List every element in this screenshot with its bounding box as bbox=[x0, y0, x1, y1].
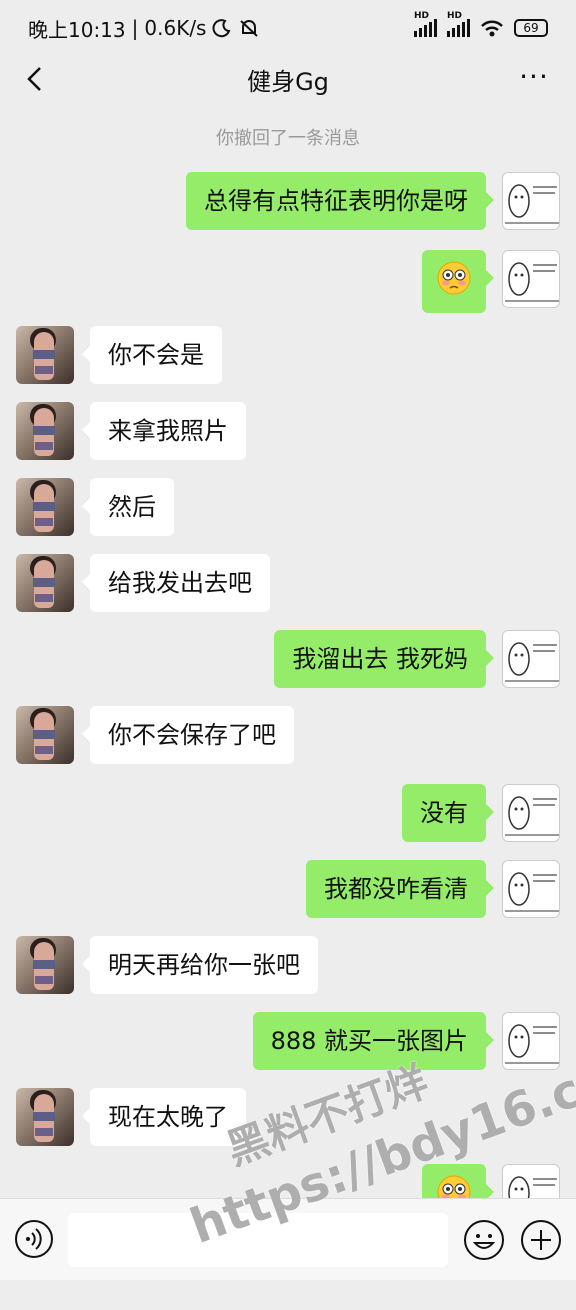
incoming-bubble[interactable]: 给我发出去吧 bbox=[82, 554, 270, 612]
my-avatar[interactable] bbox=[502, 1164, 560, 1198]
battery-level: 69 bbox=[523, 21, 539, 35]
message-row: 给我发出去吧 bbox=[0, 554, 576, 614]
message-input[interactable] bbox=[68, 1213, 448, 1267]
status-right: HD HD 69 bbox=[414, 11, 548, 38]
flushed-face-icon bbox=[437, 1175, 471, 1198]
outgoing-bubble[interactable]: 没有 bbox=[402, 784, 494, 842]
message-row bbox=[0, 250, 576, 313]
emoji-icon[interactable] bbox=[463, 1219, 505, 1261]
contact-avatar[interactable] bbox=[16, 478, 74, 536]
meme-avatar-icon bbox=[505, 796, 559, 836]
more-icon[interactable]: ··· bbox=[514, 62, 554, 96]
outgoing-emoji-bubble[interactable] bbox=[422, 250, 494, 313]
chat-header: 健身Gg ··· bbox=[0, 56, 576, 102]
status-left: 晚上10:13 | 0.6K/s bbox=[28, 14, 260, 43]
message-row: 现在太晚了 bbox=[0, 1088, 576, 1148]
recall-notice: 你撤回了一条消息 bbox=[216, 128, 360, 149]
contact-avatar[interactable] bbox=[16, 1088, 74, 1146]
my-avatar[interactable] bbox=[502, 630, 560, 688]
message-row: 888 就买一张图片 bbox=[0, 1012, 576, 1072]
meme-avatar-icon bbox=[505, 184, 559, 224]
message-row: 没有 bbox=[0, 784, 576, 844]
outgoing-emoji-bubble[interactable] bbox=[422, 1164, 494, 1198]
status-divider: | bbox=[131, 16, 139, 40]
meme-avatar-icon bbox=[508, 1176, 557, 1198]
contact-avatar[interactable] bbox=[16, 554, 74, 612]
outgoing-bubble[interactable]: 总得有点特征表明你是呀 bbox=[186, 172, 494, 230]
signal-icon-2: HD bbox=[447, 11, 470, 37]
incoming-bubble[interactable]: 你不会是 bbox=[82, 326, 222, 384]
incoming-bubble[interactable]: 然后 bbox=[82, 478, 174, 536]
message-row: 来拿我照片 bbox=[0, 402, 576, 462]
signal-icon: HD bbox=[414, 11, 437, 37]
my-avatar[interactable] bbox=[502, 784, 560, 842]
outgoing-bubble[interactable]: 我都没咋看清 bbox=[306, 860, 494, 918]
message-row: 你不会保存了吧 bbox=[0, 706, 576, 766]
signal-hd-label: HD bbox=[414, 11, 430, 21]
chat-title: 健身Gg bbox=[247, 67, 329, 96]
message-row: 你不会是 bbox=[0, 326, 576, 386]
wifi-icon bbox=[481, 20, 503, 37]
input-bar bbox=[0, 1198, 576, 1280]
message-row: 我溜出去 我死妈 bbox=[0, 630, 576, 690]
contact-avatar[interactable] bbox=[16, 326, 74, 384]
contact-avatar[interactable] bbox=[16, 936, 74, 994]
back-icon[interactable] bbox=[20, 62, 50, 96]
message-row: 然后 bbox=[0, 478, 576, 538]
incoming-bubble[interactable]: 你不会保存了吧 bbox=[82, 706, 294, 764]
battery-icon: 69 bbox=[514, 19, 548, 37]
voice-icon[interactable] bbox=[14, 1219, 54, 1259]
flushed-face-icon bbox=[437, 261, 471, 295]
moon-icon bbox=[213, 19, 231, 38]
contact-avatar[interactable] bbox=[16, 402, 74, 460]
status-time: 晚上10:13 bbox=[28, 17, 126, 42]
incoming-bubble[interactable]: 明天再给你一张吧 bbox=[82, 936, 318, 994]
signal-hd-label-2: HD bbox=[447, 11, 463, 21]
status-bar: 晚上10:13 | 0.6K/s HD HD 69 bbox=[0, 0, 576, 56]
incoming-bubble[interactable]: 现在太晚了 bbox=[82, 1088, 246, 1146]
meme-avatar-icon bbox=[505, 1024, 559, 1064]
incoming-bubble[interactable]: 来拿我照片 bbox=[82, 402, 246, 460]
my-avatar[interactable] bbox=[502, 250, 560, 308]
message-row: 总得有点特征表明你是呀 bbox=[0, 172, 576, 232]
my-avatar[interactable] bbox=[502, 860, 560, 918]
outgoing-bubble[interactable]: 888 就买一张图片 bbox=[252, 1012, 495, 1070]
my-avatar[interactable] bbox=[502, 172, 560, 230]
plus-icon[interactable] bbox=[520, 1219, 562, 1261]
meme-avatar-icon bbox=[505, 872, 559, 912]
contact-avatar[interactable] bbox=[16, 706, 74, 764]
status-speed: 0.6K/s bbox=[144, 16, 207, 40]
message-row: 明天再给你一张吧 bbox=[0, 936, 576, 996]
meme-avatar-icon bbox=[505, 642, 559, 682]
meme-avatar-icon bbox=[505, 262, 559, 302]
mute-icon bbox=[240, 20, 259, 37]
my-avatar[interactable] bbox=[502, 1012, 560, 1070]
message-row bbox=[0, 1164, 576, 1198]
message-row: 我都没咋看清 bbox=[0, 860, 576, 920]
message-list[interactable]: 你撤回了一条消息 总得有点特征表明你是呀 你不会是 来拿我照片 然后 给我发出去… bbox=[0, 102, 576, 1198]
outgoing-bubble[interactable]: 我溜出去 我死妈 bbox=[274, 630, 494, 688]
